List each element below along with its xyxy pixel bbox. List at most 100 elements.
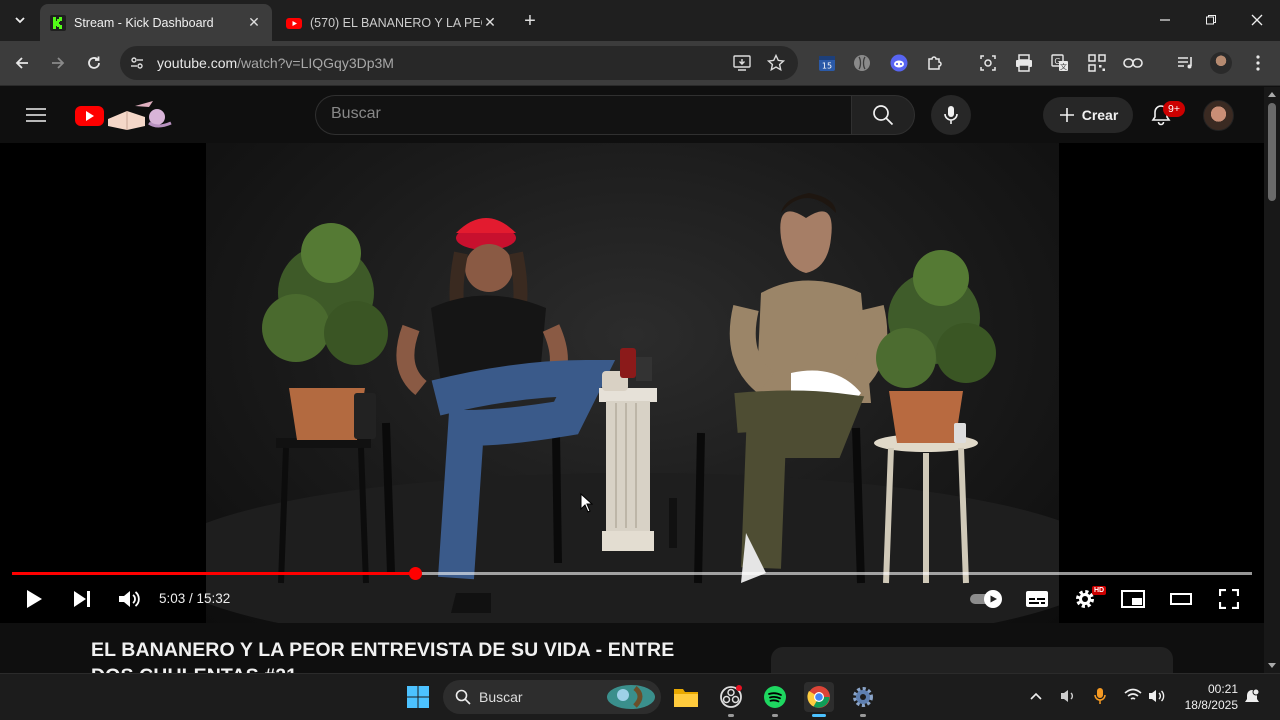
- close-icon: [1251, 14, 1263, 26]
- account-avatar[interactable]: [1203, 100, 1234, 131]
- taskbar-clock[interactable]: 00:21 18/8/2025: [1176, 681, 1238, 713]
- notification-count-badge: 9+: [1163, 101, 1185, 117]
- create-label: Crear: [1081, 107, 1119, 123]
- microphone-icon[interactable]: [1094, 687, 1106, 705]
- file-explorer-app[interactable]: [671, 682, 701, 712]
- extension-globe[interactable]: [846, 47, 878, 79]
- scroll-down-icon[interactable]: [1267, 662, 1277, 670]
- progress-bar[interactable]: [12, 572, 1252, 575]
- running-indicator: [860, 714, 866, 717]
- mouse-cursor-icon: [580, 493, 594, 513]
- screenshot-button[interactable]: [972, 47, 1004, 79]
- search-box[interactable]: [315, 95, 852, 135]
- svg-text:15: 15: [822, 62, 832, 71]
- taskbar-search[interactable]: Buscar: [443, 680, 661, 714]
- search-button[interactable]: [851, 95, 915, 135]
- extension-discord[interactable]: [883, 47, 915, 79]
- volume-mixer-icon[interactable]: [1060, 688, 1076, 704]
- miniplayer-button[interactable]: [1113, 584, 1153, 614]
- print-button[interactable]: [1008, 47, 1040, 79]
- create-button[interactable]: Crear: [1043, 97, 1133, 133]
- globe-icon: [854, 55, 870, 71]
- puzzle-icon: [928, 56, 942, 70]
- minimize-button[interactable]: [1142, 0, 1188, 40]
- extension-calendar[interactable]: 15: [811, 47, 843, 79]
- reload-button[interactable]: [78, 47, 110, 79]
- video-scene: [206, 193, 1059, 623]
- chevron-up-icon[interactable]: [1030, 692, 1042, 700]
- tab-youtube-video[interactable]: (570) EL BANANERO Y LA PEOR ENTREVISTA D…: [276, 4, 508, 41]
- extensions-button[interactable]: [919, 47, 951, 79]
- site-info-icon[interactable]: [129, 55, 145, 71]
- search-highlight-icon: [607, 685, 655, 709]
- video-player[interactable]: 5:03 / 15:32 HD: [0, 143, 1264, 623]
- forward-button[interactable]: [42, 47, 74, 79]
- running-indicator: [772, 714, 778, 717]
- scrubber-handle[interactable]: [408, 567, 422, 580]
- autoplay-toggle[interactable]: [966, 584, 1006, 614]
- theater-mode-icon: [1170, 593, 1192, 605]
- bookmark-star-icon[interactable]: [767, 54, 785, 72]
- profile-button[interactable]: [1205, 47, 1237, 79]
- fullscreen-icon: [1219, 589, 1239, 609]
- tab-search-button[interactable]: [6, 6, 34, 34]
- play-icon: [27, 590, 42, 608]
- calendar-icon: 15: [819, 56, 835, 71]
- qr-code-button[interactable]: [1081, 47, 1113, 79]
- qr-code-icon: [1088, 54, 1106, 72]
- translate-button[interactable]: G文: [1044, 47, 1076, 79]
- restore-button[interactable]: [1188, 0, 1234, 40]
- chrome-menu-button[interactable]: [1242, 47, 1274, 79]
- browser-toolbar: youtube.com/watch?v=LIQGqy3Dp3M 15 G文: [0, 41, 1280, 86]
- theater-mode-button[interactable]: [1161, 584, 1201, 614]
- hd-badge: HD: [1092, 586, 1107, 595]
- printer-icon: [1016, 54, 1032, 72]
- url-path: /watch?v=LIQGqy3Dp3M: [237, 55, 394, 71]
- played-bar: [12, 572, 415, 575]
- speaker-icon[interactable]: [1148, 688, 1166, 704]
- clock-time: 00:21: [1207, 682, 1238, 696]
- autoplay-toggle-icon: [970, 590, 1002, 608]
- fullscreen-button[interactable]: [1209, 584, 1249, 614]
- page-scrollbar[interactable]: [1264, 87, 1280, 673]
- obs-app[interactable]: [716, 682, 746, 712]
- guide-menu-button[interactable]: [20, 99, 52, 131]
- install-app-icon[interactable]: [733, 55, 751, 71]
- reload-icon: [88, 56, 100, 69]
- new-tab-button[interactable]: +: [518, 9, 542, 33]
- voice-search-button[interactable]: [931, 95, 971, 135]
- spotify-icon: [764, 686, 786, 708]
- search-input[interactable]: [331, 105, 831, 123]
- running-indicator: [728, 714, 734, 717]
- clock-date: 18/8/2025: [1184, 698, 1238, 712]
- kick-icon: [50, 14, 66, 31]
- gear-icon: [853, 687, 873, 707]
- subtitles-button[interactable]: [1017, 584, 1057, 614]
- svg-text:文: 文: [1060, 62, 1067, 71]
- spotify-app[interactable]: [760, 682, 790, 712]
- back-button[interactable]: [6, 47, 38, 79]
- scrollbar-thumb[interactable]: [1268, 103, 1276, 201]
- tab-kick-dashboard[interactable]: Stream - Kick Dashboard ✕: [40, 4, 272, 41]
- start-button[interactable]: [403, 682, 433, 712]
- media-controls-button[interactable]: [1170, 47, 1202, 79]
- notification-center-icon[interactable]: [1244, 688, 1260, 706]
- camera-icon: [980, 55, 996, 71]
- plus-icon: [1059, 108, 1074, 122]
- chrome-icon: [807, 686, 830, 708]
- youtube-doodle-logo-icon: [75, 101, 172, 130]
- close-tab-icon[interactable]: ✕: [482, 14, 498, 31]
- mute-button[interactable]: [109, 584, 149, 614]
- microphone-icon: [944, 106, 958, 124]
- wifi-icon[interactable]: [1124, 688, 1142, 702]
- scroll-up-icon[interactable]: [1267, 90, 1277, 98]
- youtube-logo[interactable]: [75, 97, 175, 133]
- play-button[interactable]: [14, 584, 54, 614]
- address-bar[interactable]: youtube.com/watch?v=LIQGqy3Dp3M: [120, 46, 798, 80]
- close-window-button[interactable]: [1234, 0, 1280, 40]
- next-video-button[interactable]: [62, 584, 102, 614]
- chrome-app[interactable]: [804, 682, 834, 712]
- close-tab-icon[interactable]: ✕: [246, 14, 262, 31]
- copy-link-button[interactable]: [1117, 47, 1149, 79]
- settings-app[interactable]: [848, 682, 878, 712]
